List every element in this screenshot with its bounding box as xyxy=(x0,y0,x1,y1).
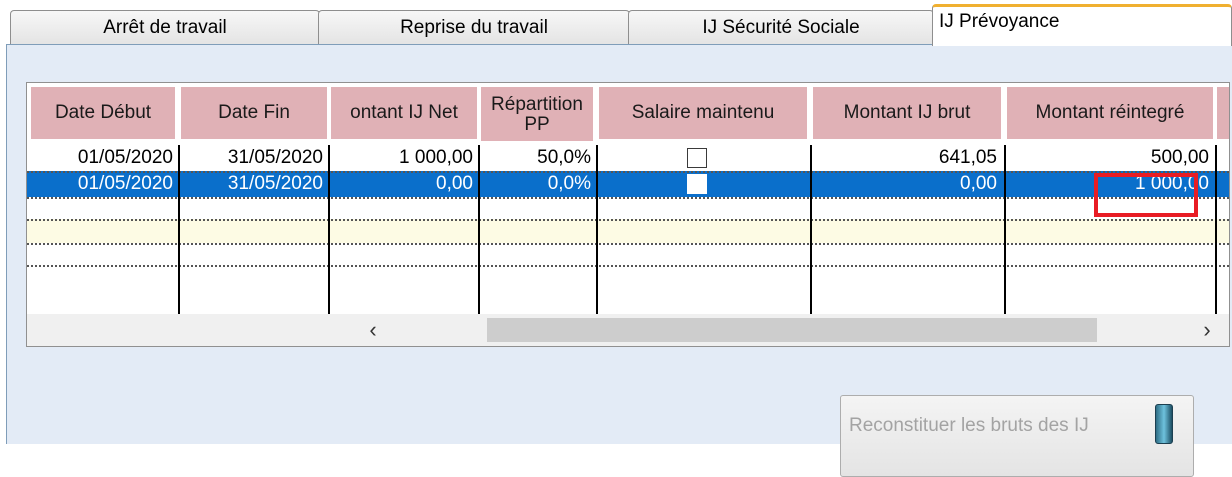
cell-montant-ij-brut: 0,00 xyxy=(960,173,997,194)
empty-row[interactable] xyxy=(27,197,1229,219)
tab-label: Arrêt de travail xyxy=(103,17,227,38)
column-separator xyxy=(596,145,598,323)
salaire-maintenu-checkbox[interactable] xyxy=(687,148,707,168)
table-row[interactable]: 01/05/2020 31/05/2020 1 000,00 50,0% 641… xyxy=(27,145,1229,171)
scrollbar-thumb[interactable] xyxy=(487,318,1097,342)
grid-header-row: Date Début Date Fin ontant IJ Net Répart… xyxy=(27,83,1229,145)
cell-repartition-pp: 50,0% xyxy=(537,147,591,168)
salaire-maintenu-checkbox[interactable] xyxy=(687,174,707,194)
column-separator xyxy=(1004,145,1006,323)
row-divider xyxy=(27,171,1229,173)
tab-reprise-du-travail[interactable]: Reprise du travail xyxy=(318,10,630,44)
horizontal-scrollbar[interactable]: ‹ › xyxy=(27,314,1229,346)
column-header-repartition-pp[interactable]: Répartition PP xyxy=(481,87,593,141)
row-divider xyxy=(27,219,1229,221)
column-separator xyxy=(328,145,330,323)
column-header-montant-ij-net[interactable]: ontant IJ Net xyxy=(331,87,477,139)
column-header-montant-ij-brut[interactable]: Montant IJ brut xyxy=(813,87,1001,139)
row-divider xyxy=(27,243,1229,245)
column-separator xyxy=(1215,145,1217,323)
tab-label: IJ Sécurité Sociale xyxy=(702,17,860,38)
button-label: Reconstituer les bruts des IJ xyxy=(849,415,1089,436)
tab-ij-prevoyance[interactable]: IJ Prévoyance xyxy=(932,4,1232,46)
tab-ij-securite-sociale[interactable]: IJ Sécurité Sociale xyxy=(628,10,934,44)
cell-repartition-pp: 0,0% xyxy=(547,173,591,194)
chevron-right-icon[interactable]: › xyxy=(1187,314,1227,346)
ij-prevoyance-grid[interactable]: Date Début Date Fin ontant IJ Net Répart… xyxy=(26,82,1230,347)
tab-label: IJ Prévoyance xyxy=(939,11,1060,32)
empty-row[interactable] xyxy=(27,219,1229,243)
row-divider xyxy=(27,265,1229,267)
cell-date-fin: 31/05/2020 xyxy=(227,173,323,194)
tab-arret-de-travail[interactable]: Arrêt de travail xyxy=(10,10,320,44)
cell-date-debut: 01/05/2020 xyxy=(77,173,173,194)
row-divider xyxy=(27,197,1229,199)
column-separator xyxy=(478,145,480,323)
tab-label: Reprise du travail xyxy=(400,17,548,38)
cell-montant-ij-net: 0,00 xyxy=(436,173,473,194)
cell-montant-reintegre: 500,00 xyxy=(1150,147,1209,168)
table-row-selected[interactable]: 01/05/2020 31/05/2020 0,00 0,0% 0,00 1 0… xyxy=(27,171,1229,197)
column-header-salaire-maintenu[interactable]: Salaire maintenu xyxy=(599,87,807,139)
chevron-left-icon[interactable]: ‹ xyxy=(353,314,393,346)
column-separator xyxy=(178,145,180,323)
empty-row[interactable] xyxy=(27,243,1229,265)
phone-icon xyxy=(1155,404,1173,444)
column-header-date-debut[interactable]: Date Début xyxy=(31,87,175,139)
column-header-date-fin[interactable]: Date Fin xyxy=(181,87,327,139)
cell-montant-ij-brut: 641,05 xyxy=(938,147,997,168)
cell-date-debut: 01/05/2020 xyxy=(77,147,173,168)
reconstituer-bruts-button[interactable]: Reconstituer les bruts des IJ xyxy=(840,395,1194,477)
highlight-box xyxy=(1094,173,1198,217)
cell-montant-ij-net: 1 000,00 xyxy=(399,147,473,168)
cell-date-fin: 31/05/2020 xyxy=(227,147,323,168)
column-separator xyxy=(810,145,812,323)
column-header-next xyxy=(1217,87,1229,139)
column-header-montant-reintegre[interactable]: Montant réintegré xyxy=(1007,87,1213,139)
